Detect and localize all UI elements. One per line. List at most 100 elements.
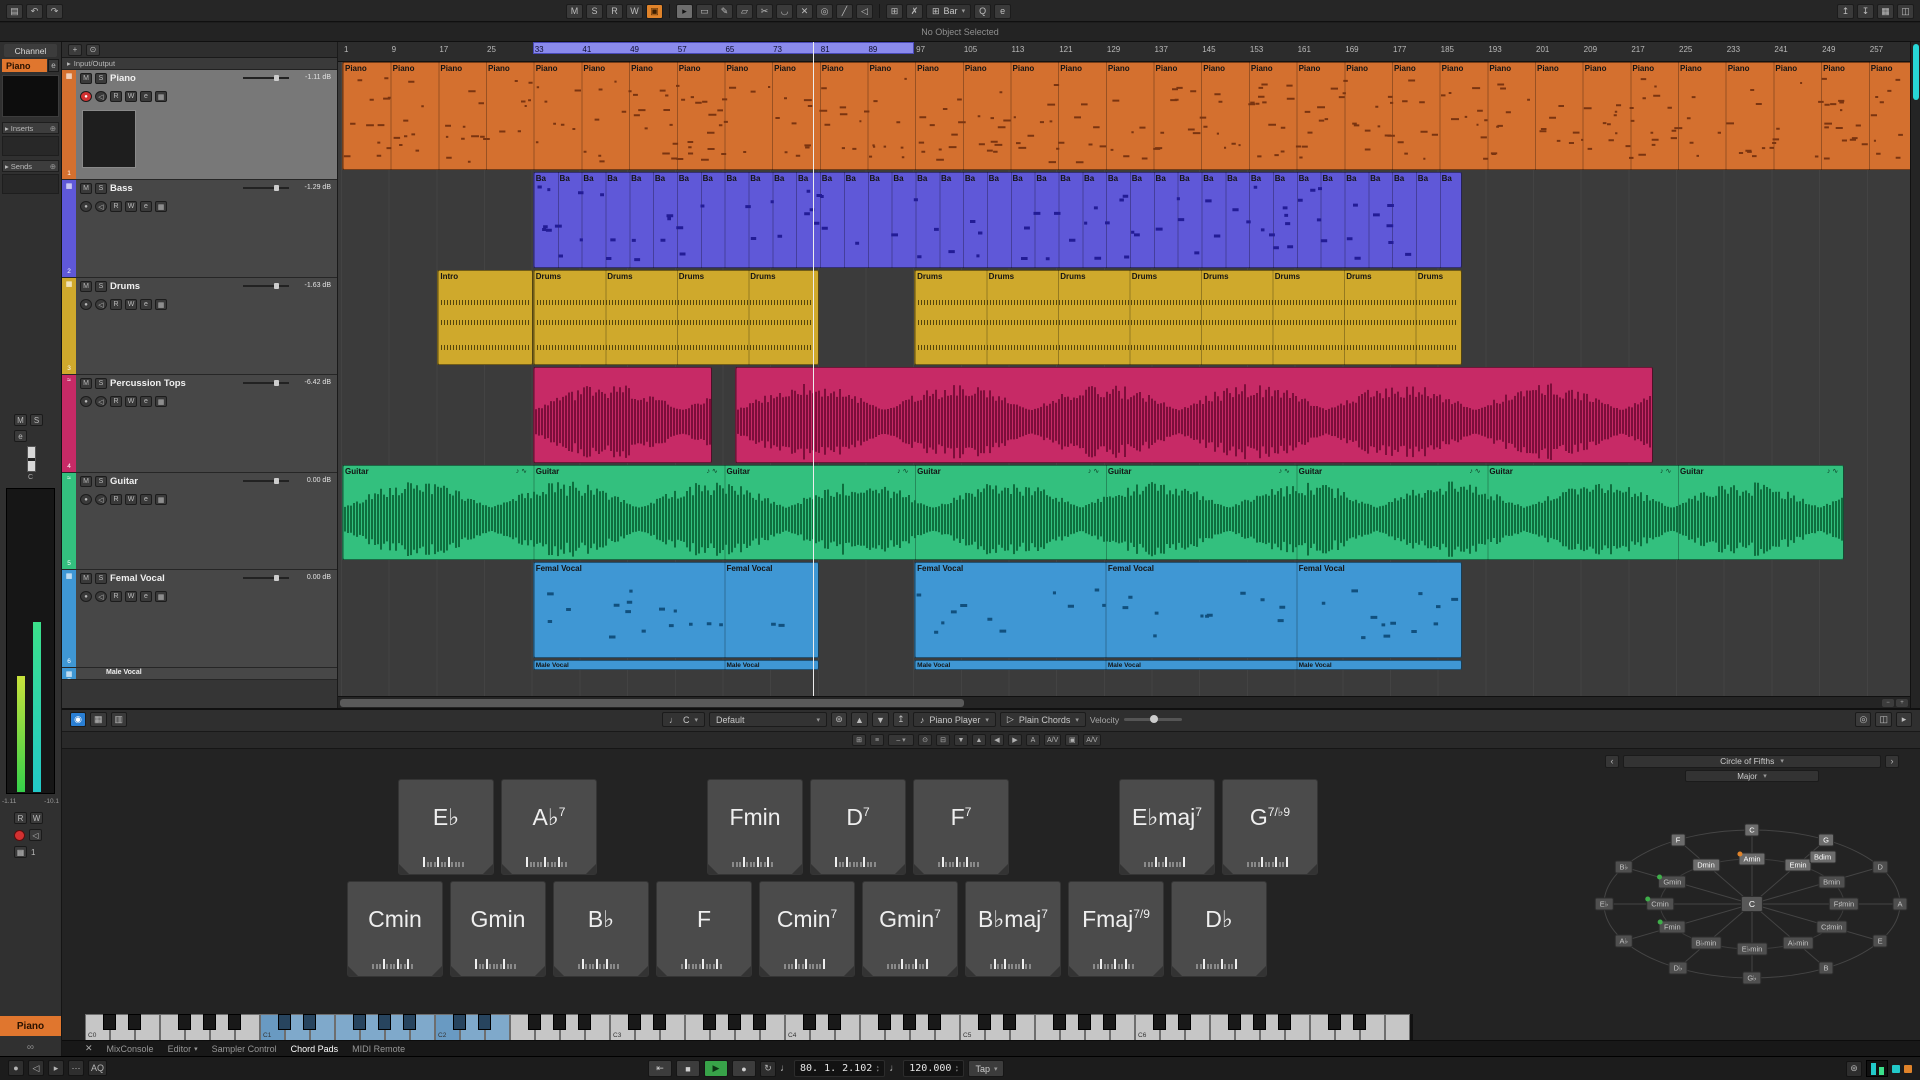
track-write-button[interactable]: W xyxy=(125,591,137,602)
stop-button[interactable]: ■ xyxy=(676,1060,700,1077)
mute-all-button[interactable]: M xyxy=(566,4,583,19)
output-icon[interactable]: ↥ xyxy=(893,712,909,727)
piano-key-black[interactable] xyxy=(203,1014,216,1030)
piano-key-black[interactable] xyxy=(128,1014,141,1030)
track-freeze-icon[interactable]: ▦ xyxy=(155,299,167,310)
clip[interactable]: PianoPianoPianoPianoPianoPianoPianoPiano… xyxy=(342,62,1910,170)
cof-chip-Gb[interactable]: G♭ xyxy=(1742,972,1761,985)
piano-key-black[interactable] xyxy=(228,1014,241,1030)
track-edit-button[interactable]: e xyxy=(140,494,152,505)
player-mode-dropdown[interactable]: ▷ Plain Chords ▾ xyxy=(1000,712,1086,727)
clip[interactable]: Guitar♪ ∿Guitar♪ ∿Guitar♪ ∿Guitar♪ ∿Guit… xyxy=(342,465,1844,560)
track-header-drums[interactable]: ▦3MSDrums-1.63 dB●◁RWe▦ xyxy=(62,278,337,375)
tap-tempo-button[interactable]: Tap ▾ xyxy=(968,1060,1004,1077)
tab-midi-remote[interactable]: MIDI Remote xyxy=(352,1044,405,1054)
inserts-slot[interactable] xyxy=(2,136,59,156)
track-edit-button[interactable]: e xyxy=(140,91,152,102)
track-record-button[interactable]: ● xyxy=(80,299,92,310)
track-monitor-button[interactable]: ◁ xyxy=(95,299,107,310)
channel-edit-button[interactable]: e xyxy=(14,430,27,442)
channel-solo-button[interactable]: S xyxy=(30,414,43,426)
move-down-icon[interactable]: ▼ xyxy=(954,734,968,746)
solo-all-button[interactable]: S xyxy=(586,4,603,19)
track-read-button[interactable]: R xyxy=(110,396,122,407)
tab-mixconsole[interactable]: MixConsole xyxy=(107,1044,154,1054)
playhead[interactable] xyxy=(813,42,814,696)
adaptive-voicing-button[interactable]: A xyxy=(1026,734,1040,746)
pads-display-icon[interactable]: ▦ xyxy=(90,712,107,727)
track-volume-slider[interactable] xyxy=(243,382,289,384)
gear-icon[interactable]: ⊛ xyxy=(831,712,847,727)
zoom-tool[interactable]: ◎ xyxy=(816,4,833,19)
track-edit-button[interactable]: e xyxy=(140,396,152,407)
io-channels-row[interactable]: ▸ Input/Output xyxy=(62,58,337,70)
grid-layout-icon[interactable]: ⊞ xyxy=(852,734,866,746)
record-mode-icon[interactable]: ● xyxy=(8,1060,24,1076)
cof-chip-G[interactable]: G xyxy=(1818,833,1834,846)
track-edit-button[interactable]: e xyxy=(140,201,152,212)
vscroll-handle[interactable] xyxy=(1913,44,1919,100)
write-all-button[interactable]: W xyxy=(626,4,643,19)
piano-key-black[interactable] xyxy=(1153,1014,1166,1030)
cof-chip-Bb[interactable]: B♭ xyxy=(1615,861,1634,874)
clip[interactable]: DrumsDrumsDrumsDrumsDrumsDrumsDrumsDrums xyxy=(914,270,1462,365)
list-layout-icon[interactable]: ≡ xyxy=(870,734,884,746)
track-mute-button[interactable]: M xyxy=(80,73,92,84)
split-tool[interactable]: ✂ xyxy=(756,4,773,19)
range-tool[interactable]: ▭ xyxy=(696,4,713,19)
clip[interactable]: BaBaBaBaBaBaBaBaBaBaBaBaBaBaBaBaBaBaBaBa… xyxy=(533,172,1463,268)
cof-chip-D[interactable]: D xyxy=(1872,861,1887,874)
track-read-button[interactable]: R xyxy=(110,299,122,310)
piano-key-black[interactable] xyxy=(1103,1014,1116,1030)
track-volume-slider[interactable] xyxy=(243,577,289,579)
track-volume-slider[interactable] xyxy=(243,480,289,482)
vertical-scrollbar[interactable] xyxy=(1910,42,1920,708)
track-edit-button[interactable]: e xyxy=(140,591,152,602)
cof-chip-Abmin[interactable]: A♭min xyxy=(1783,936,1814,949)
select-tool[interactable]: ▸ xyxy=(676,4,693,19)
track-write-button[interactable]: W xyxy=(125,494,137,505)
clip[interactable] xyxy=(735,367,1653,463)
piano-key-black[interactable] xyxy=(903,1014,916,1030)
sends-section[interactable]: ▸ Sends ⊕ xyxy=(2,160,59,172)
track-mute-button[interactable]: M xyxy=(80,281,92,292)
clip[interactable]: Femal VocalFemal VocalFemal Vocal xyxy=(914,562,1462,658)
piano-key-black[interactable] xyxy=(353,1014,366,1030)
tab-chord-pads[interactable]: Chord Pads xyxy=(291,1044,339,1054)
piano-key-black[interactable] xyxy=(928,1014,941,1030)
cof-chip-Ebmin[interactable]: E♭min xyxy=(1737,943,1768,956)
track-write-button[interactable]: W xyxy=(125,299,137,310)
track-header-percussion-tops[interactable]: ≈4MSPercussion Tops-6.42 dB●◁RWe▦ xyxy=(62,375,337,473)
cof-chip-E[interactable]: E xyxy=(1873,935,1888,948)
track-read-button[interactable]: R xyxy=(110,494,122,505)
cof-chip-Eb[interactable]: E♭ xyxy=(1595,898,1614,911)
track-write-button[interactable]: W xyxy=(125,201,137,212)
piano-key-black[interactable] xyxy=(878,1014,891,1030)
piano-key-black[interactable] xyxy=(1078,1014,1091,1030)
channel-tab[interactable]: Channel xyxy=(4,44,57,57)
track-freeze-icon[interactable]: ▦ xyxy=(155,396,167,407)
glue-tool[interactable]: ◡ xyxy=(776,4,793,19)
panel-layout-icon[interactable]: ◫ xyxy=(1875,712,1892,727)
track-monitor-button[interactable]: ◁ xyxy=(95,201,107,212)
track-record-button[interactable]: ● xyxy=(80,91,92,102)
piano-key-black[interactable] xyxy=(1003,1014,1016,1030)
track-solo-button[interactable]: S xyxy=(95,281,107,292)
voicing-dropdown[interactable]: – ▾ xyxy=(888,734,914,746)
cof-chip-F[interactable]: F xyxy=(1671,833,1686,846)
track-mute-button[interactable]: M xyxy=(80,476,92,487)
piano-key-black[interactable] xyxy=(103,1014,116,1030)
chord-pad[interactable]: D7 xyxy=(810,779,906,875)
piano-key-black[interactable] xyxy=(1053,1014,1066,1030)
track-write-button[interactable]: W xyxy=(125,396,137,407)
piano-key-black[interactable] xyxy=(628,1014,641,1030)
position-spinner[interactable]: ▴▾ xyxy=(876,1065,879,1073)
track-monitor-button[interactable]: ◁ xyxy=(95,494,107,505)
ruler[interactable]: 1917253341495765738189971051131211291371… xyxy=(338,42,1910,62)
piano-key-black[interactable] xyxy=(303,1014,316,1030)
monitor-speaker-icon[interactable]: ◁ xyxy=(28,1060,44,1076)
track-freeze-icon[interactable]: ▦ xyxy=(155,494,167,505)
piano-key-black[interactable] xyxy=(453,1014,466,1030)
export-icon[interactable]: ↥ xyxy=(1837,4,1854,19)
piano-key-black[interactable] xyxy=(803,1014,816,1030)
